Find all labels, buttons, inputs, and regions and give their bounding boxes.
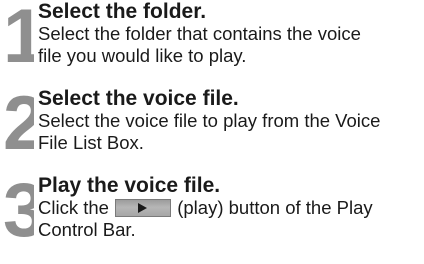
step-number-1: 1 bbox=[3, 2, 34, 66]
step-1: 1 Select the folder. Select the folder t… bbox=[0, 0, 424, 82]
step-description-line: Select the voice file to play from the V… bbox=[38, 110, 381, 131]
svg-text:2: 2 bbox=[3, 89, 34, 153]
step-title: Play the voice file. bbox=[38, 174, 221, 197]
step-3: 3 Play the voice file. Click the (play) … bbox=[0, 174, 424, 256]
play-icon bbox=[138, 203, 148, 213]
step-description-line: Select the folder that contains the voic… bbox=[38, 23, 361, 44]
step-1-text: Select the folder. Select the folder tha… bbox=[38, 0, 422, 67]
step-number-3: 3 bbox=[3, 176, 34, 240]
svg-text:3: 3 bbox=[3, 176, 34, 240]
play-button-caption: (play) button of the Play bbox=[177, 197, 373, 218]
play-button[interactable] bbox=[115, 199, 172, 217]
step-title: Select the folder. bbox=[38, 0, 207, 23]
svg-text:1: 1 bbox=[3, 2, 34, 66]
step-description-line: File List Box. bbox=[38, 132, 144, 153]
step-description-line: Control Bar. bbox=[38, 219, 136, 240]
step-2: 2 Select the voice file. Select the voic… bbox=[0, 87, 424, 169]
step-description: Select the voice file to play from the V… bbox=[38, 110, 422, 154]
step-description-line: file you would like to play. bbox=[38, 45, 247, 66]
step-title: Select the voice file. bbox=[38, 87, 239, 110]
step-description: Click the (play) button of the Play Cont… bbox=[38, 197, 422, 241]
step-number-2: 2 bbox=[3, 89, 34, 153]
step-3-text: Play the voice file. Click the (play) bu… bbox=[38, 174, 422, 241]
click-the-text: Click the bbox=[38, 197, 109, 218]
step-2-text: Select the voice file. Select the voice … bbox=[38, 87, 422, 154]
step-description: Select the folder that contains the voic… bbox=[38, 23, 422, 67]
step-description-line: Click the (play) button of the Play bbox=[38, 197, 422, 219]
